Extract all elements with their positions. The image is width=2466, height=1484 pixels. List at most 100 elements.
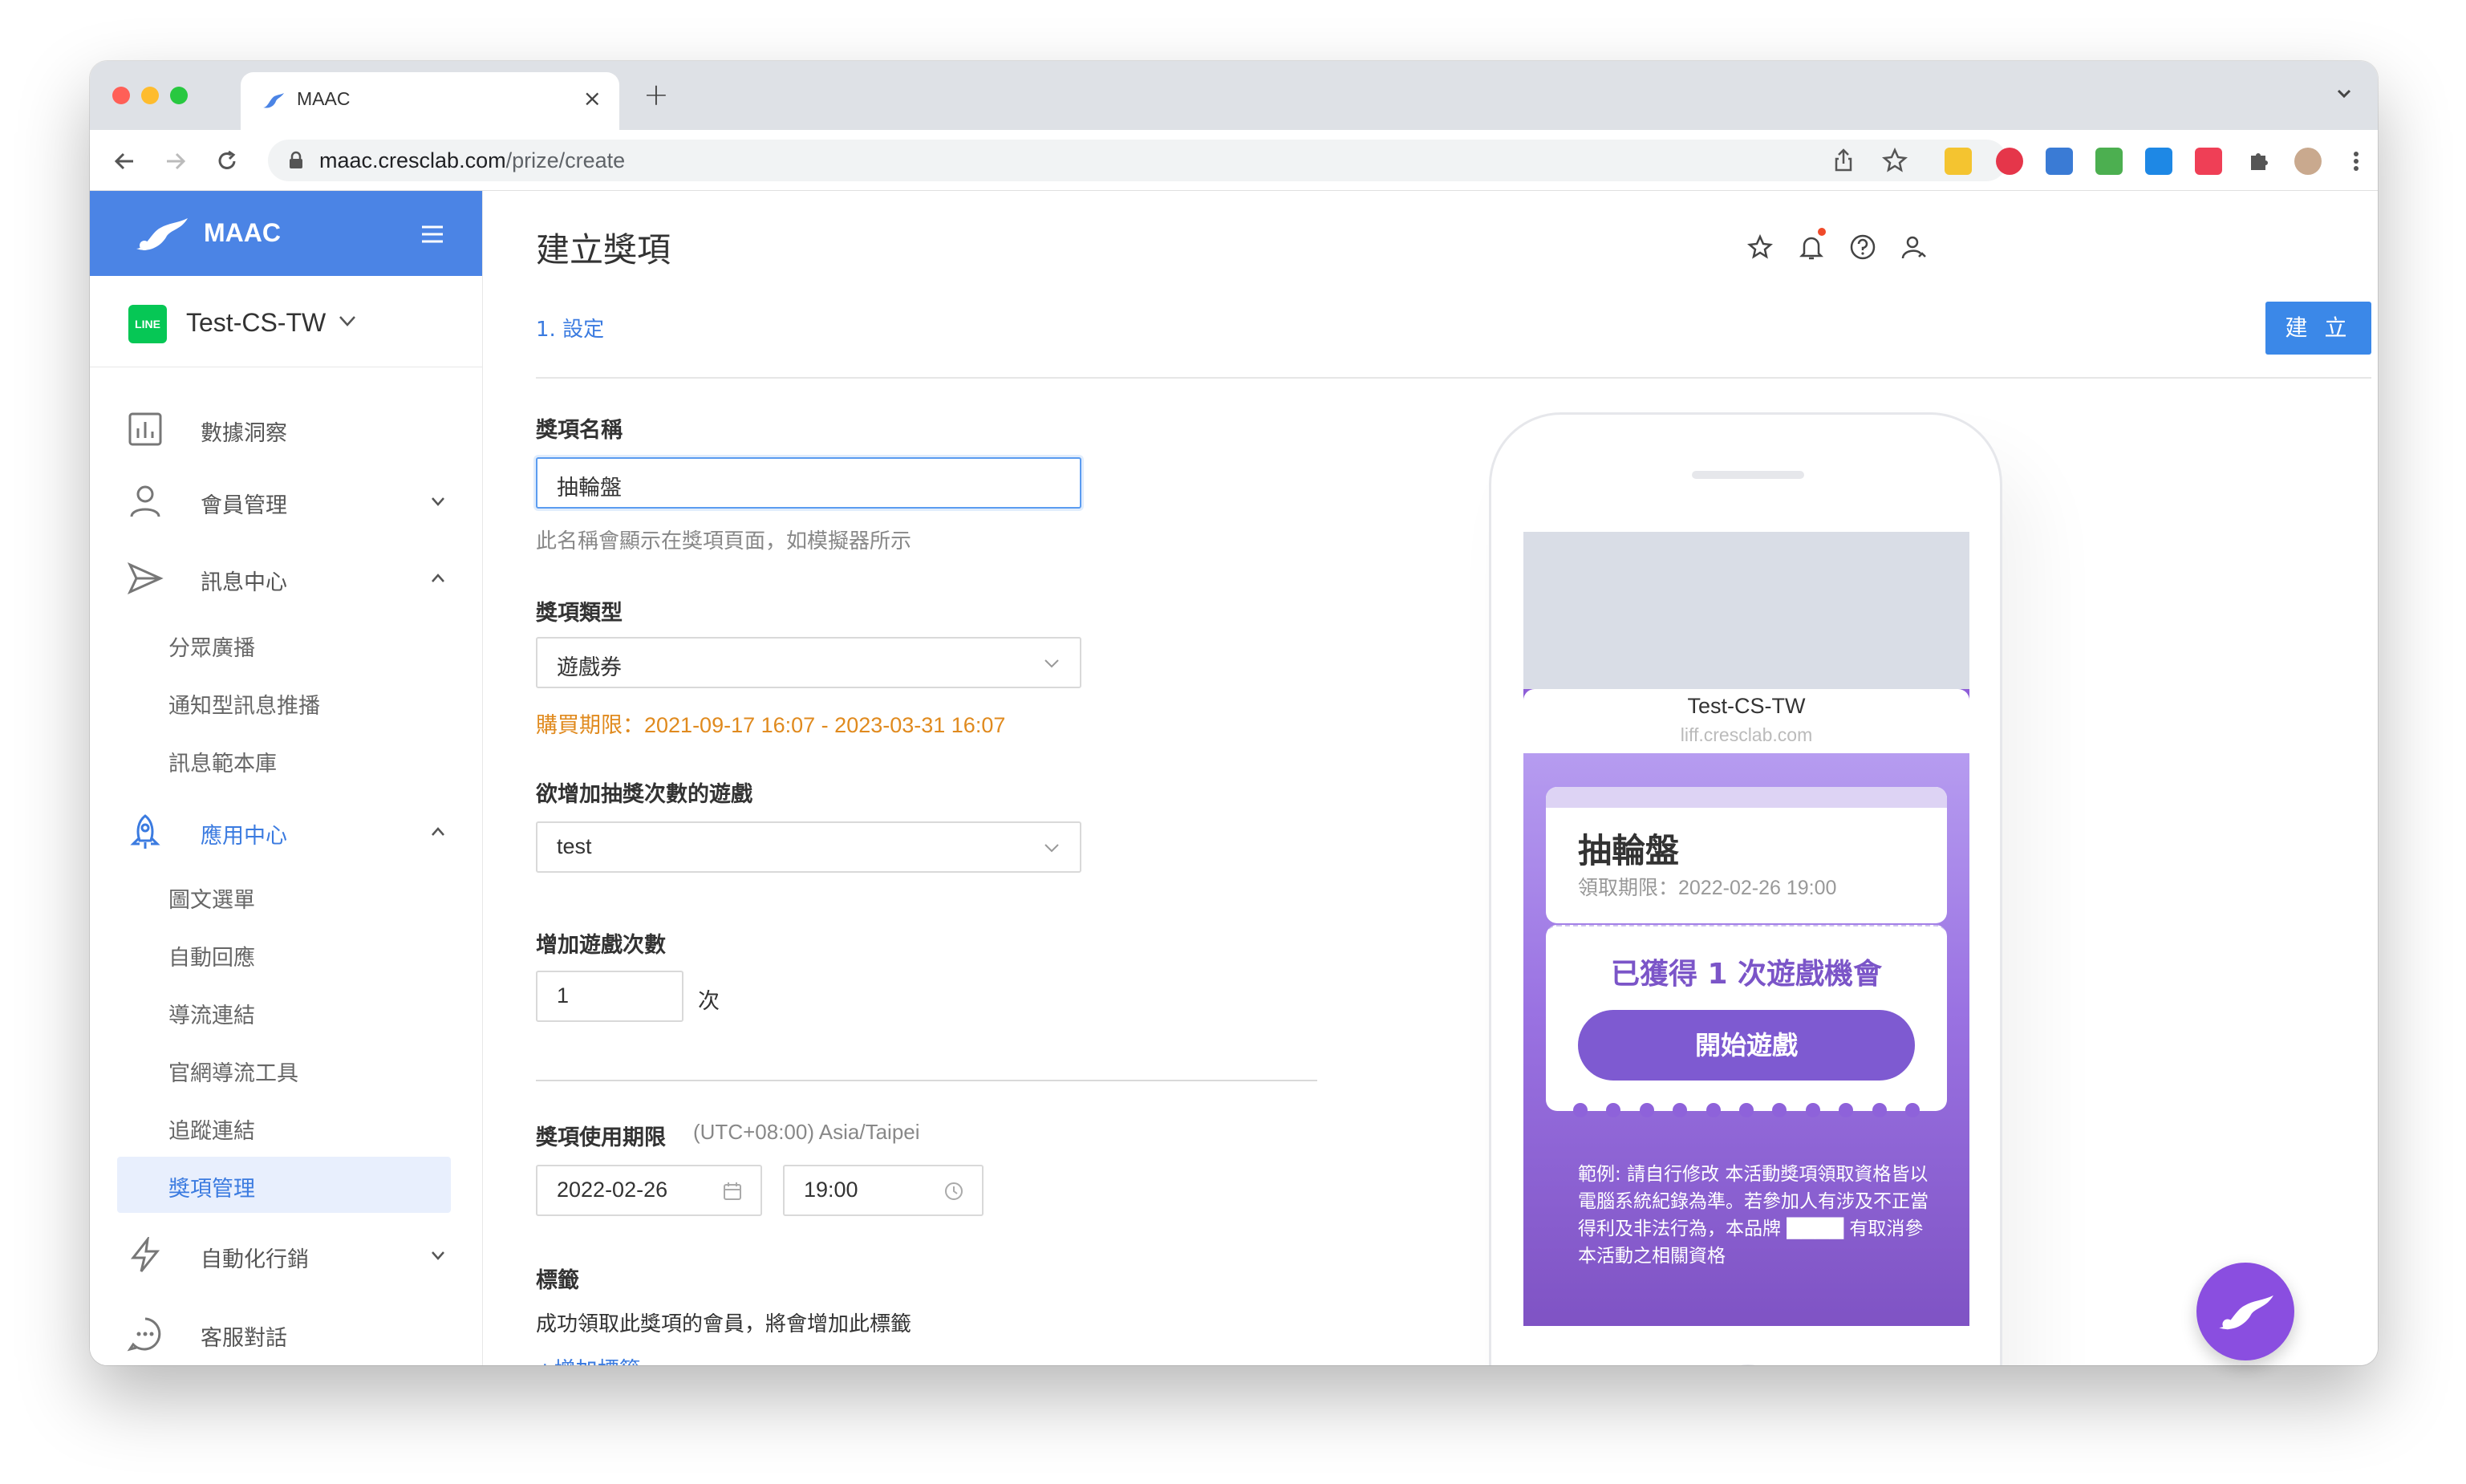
section-divider bbox=[536, 1080, 1317, 1081]
add-tag-link[interactable]: +增加標籤 bbox=[536, 1352, 641, 1365]
timezone-text: (UTC+08:00) Asia/Taipei bbox=[693, 1120, 920, 1144]
sidebar-sub-prize-management[interactable]: 獎項管理 bbox=[117, 1157, 451, 1213]
support-chat-button[interactable] bbox=[2196, 1263, 2294, 1360]
sidebar-item-members[interactable]: 會員管理 bbox=[90, 468, 482, 533]
browser-menu-icon[interactable] bbox=[2342, 148, 2370, 175]
lock-icon[interactable] bbox=[287, 151, 305, 170]
sidebar-item-label: 會員管理 bbox=[201, 493, 287, 518]
extension-s-icon[interactable] bbox=[2145, 148, 2172, 175]
start-game-button[interactable]: 開始遊戲 bbox=[1578, 1010, 1915, 1081]
chevron-down-icon bbox=[1044, 659, 1059, 668]
sub-label: 追蹤連結 bbox=[168, 1119, 255, 1144]
tab-title: MAAC bbox=[297, 88, 351, 109]
sidebar-sub-web-traffic-tool[interactable]: 官網導流工具 bbox=[117, 1041, 451, 1097]
chevron-down-icon bbox=[1044, 844, 1059, 853]
game-count-unit: 次 bbox=[698, 989, 720, 1014]
maac-logo-icon[interactable] bbox=[133, 213, 189, 253]
sub-label: 導流連結 bbox=[168, 1004, 255, 1028]
game-count-input[interactable]: 1 bbox=[536, 971, 683, 1022]
sidebar-item-insights[interactable]: 數據洞察 bbox=[90, 396, 482, 460]
banner-placeholder bbox=[1523, 532, 1969, 689]
extensions-puzzle-icon[interactable] bbox=[2245, 148, 2272, 175]
sidebar-sub-message-templates[interactable]: 訊息範本庫 bbox=[117, 732, 451, 788]
sub-label: 獎項管理 bbox=[168, 1177, 255, 1202]
preview-deadline: 領取期限：2022-02-26 19:00 bbox=[1578, 877, 1837, 899]
prize-type-select[interactable]: 遊戲券 bbox=[536, 637, 1081, 688]
profile-avatar[interactable] bbox=[2294, 148, 2322, 175]
sidebar-sub-notification-push[interactable]: 通知型訊息推播 bbox=[117, 674, 451, 730]
pocket-icon[interactable] bbox=[2195, 148, 2222, 175]
liff-name: Test-CS-TW bbox=[1687, 694, 1806, 718]
sub-label: 圖文選單 bbox=[168, 888, 255, 913]
help-icon[interactable] bbox=[1848, 233, 1877, 262]
sidebar-sub-segment-broadcast[interactable]: 分眾廣播 bbox=[117, 616, 451, 672]
app-area: MAAC LINE Test-CS-TW 數據洞察 會員管理 訊息中心 分眾廣播… bbox=[90, 191, 2378, 1365]
tab-search-icon[interactable] bbox=[2333, 82, 2355, 104]
ticket-band bbox=[1546, 787, 1947, 808]
phone-screen: Test-CS-TW liff.cresclab.com 抽輪盤 領取期限：20… bbox=[1523, 532, 1969, 1326]
expiry-time-input[interactable]: 19:00 bbox=[783, 1165, 984, 1216]
prize-type-label: 獎項類型 bbox=[536, 601, 623, 626]
bookmark-star-icon[interactable] bbox=[1880, 146, 1909, 175]
sidebar-sub-auto-reply[interactable]: 自動回應 bbox=[117, 926, 451, 982]
chevron-up-icon bbox=[432, 827, 444, 836]
extension-red-icon[interactable] bbox=[1996, 148, 2023, 175]
browser-tab[interactable]: MAAC × bbox=[241, 72, 619, 130]
forward-icon[interactable] bbox=[162, 148, 189, 175]
sidebar-item-automation[interactable]: 自動化行銷 bbox=[90, 1222, 482, 1287]
tab-strip: MAAC × + bbox=[90, 61, 2378, 130]
step-indicator[interactable]: 1. 設定 bbox=[536, 313, 604, 343]
prize-type-value: 遊戲券 bbox=[557, 655, 622, 679]
browser-toolbar: maac.cresclab.com/prize/create bbox=[90, 130, 2378, 191]
sidebar-sub-rich-menu[interactable]: 圖文選單 bbox=[117, 868, 451, 924]
extension-green-icon[interactable] bbox=[2095, 148, 2123, 175]
close-tab-icon[interactable]: × bbox=[583, 85, 602, 112]
url-text[interactable]: maac.cresclab.com/prize/create bbox=[319, 148, 625, 173]
user-icon bbox=[130, 485, 160, 517]
preview-terms: 範例: 請自行修改 本活動獎項領取資格皆以電腦系統紀錄為準。若參加人有涉及不正當… bbox=[1578, 1164, 1929, 1267]
clock-icon bbox=[945, 1182, 963, 1200]
sidebar-item-customer-chat[interactable]: 客服對話 bbox=[90, 1301, 482, 1365]
chevron-down-icon bbox=[339, 316, 355, 326]
minimize-window-button[interactable] bbox=[141, 87, 159, 104]
share-icon[interactable] bbox=[1829, 146, 1858, 175]
prize-name-input[interactable]: 抽輪盤 bbox=[536, 457, 1081, 509]
sidebar-sub-traffic-links[interactable]: 導流連結 bbox=[117, 983, 451, 1040]
expiry-time-value: 19:00 bbox=[804, 1178, 858, 1202]
tag-label: 標籤 bbox=[536, 1268, 579, 1293]
user-settings-icon[interactable] bbox=[1900, 233, 1929, 262]
expiry-label: 獎項使用期限 bbox=[536, 1125, 666, 1150]
zoom-window-button[interactable] bbox=[170, 87, 188, 104]
bell-icon[interactable] bbox=[1797, 233, 1826, 262]
game-ticket: 已獲得 1 次遊戲機會 開始遊戲 bbox=[1546, 925, 1947, 1117]
back-icon[interactable] bbox=[111, 148, 138, 175]
sidebar-item-label: 訊息中心 bbox=[201, 570, 287, 595]
calendar-icon bbox=[724, 1182, 741, 1200]
liff-host: liff.cresclab.com bbox=[1680, 724, 1813, 745]
expiry-date-input[interactable]: 2022-02-26 bbox=[536, 1165, 762, 1216]
reload-icon[interactable] bbox=[213, 148, 241, 175]
sidebar-item-apps[interactable]: 應用中心 bbox=[90, 799, 482, 863]
preview-game-message: 已獲得 1 次遊戲機會 bbox=[1610, 958, 1883, 991]
new-tab-button[interactable]: + bbox=[643, 77, 669, 112]
account-switcher[interactable]: LINE Test-CS-TW bbox=[90, 276, 482, 367]
create-button[interactable]: 建 立 bbox=[2265, 302, 2371, 355]
sub-label: 通知型訊息推播 bbox=[168, 694, 320, 719]
send-icon bbox=[127, 562, 164, 595]
address-bar[interactable]: maac.cresclab.com/prize/create bbox=[268, 140, 2007, 181]
header-divider bbox=[536, 377, 2371, 379]
hamburger-menu-icon[interactable] bbox=[420, 225, 444, 244]
close-window-button[interactable] bbox=[112, 87, 130, 104]
extension-blue-icon[interactable] bbox=[2046, 148, 2073, 175]
game-count-label: 增加遊戲次數 bbox=[536, 933, 666, 958]
sidebar-item-messages[interactable]: 訊息中心 bbox=[90, 545, 482, 610]
extension-calendar-icon[interactable] bbox=[1945, 148, 1972, 175]
star-icon[interactable] bbox=[1746, 233, 1774, 262]
purchase-period: 購買期限：2021-09-17 16:07 - 2023-03-31 16:07 bbox=[536, 713, 1006, 737]
page-title: 建立獎項 bbox=[536, 230, 671, 270]
game-select[interactable]: test bbox=[536, 821, 1081, 873]
sub-label: 分眾廣播 bbox=[168, 636, 255, 661]
sidebar-sub-tracking-links[interactable]: 追蹤連結 bbox=[117, 1099, 451, 1155]
prize-name-hint: 此名稱會顯示在獎項頁面，如模擬器所示 bbox=[536, 529, 912, 553]
sidebar: MAAC LINE Test-CS-TW 數據洞察 會員管理 訊息中心 分眾廣播… bbox=[90, 191, 483, 1365]
